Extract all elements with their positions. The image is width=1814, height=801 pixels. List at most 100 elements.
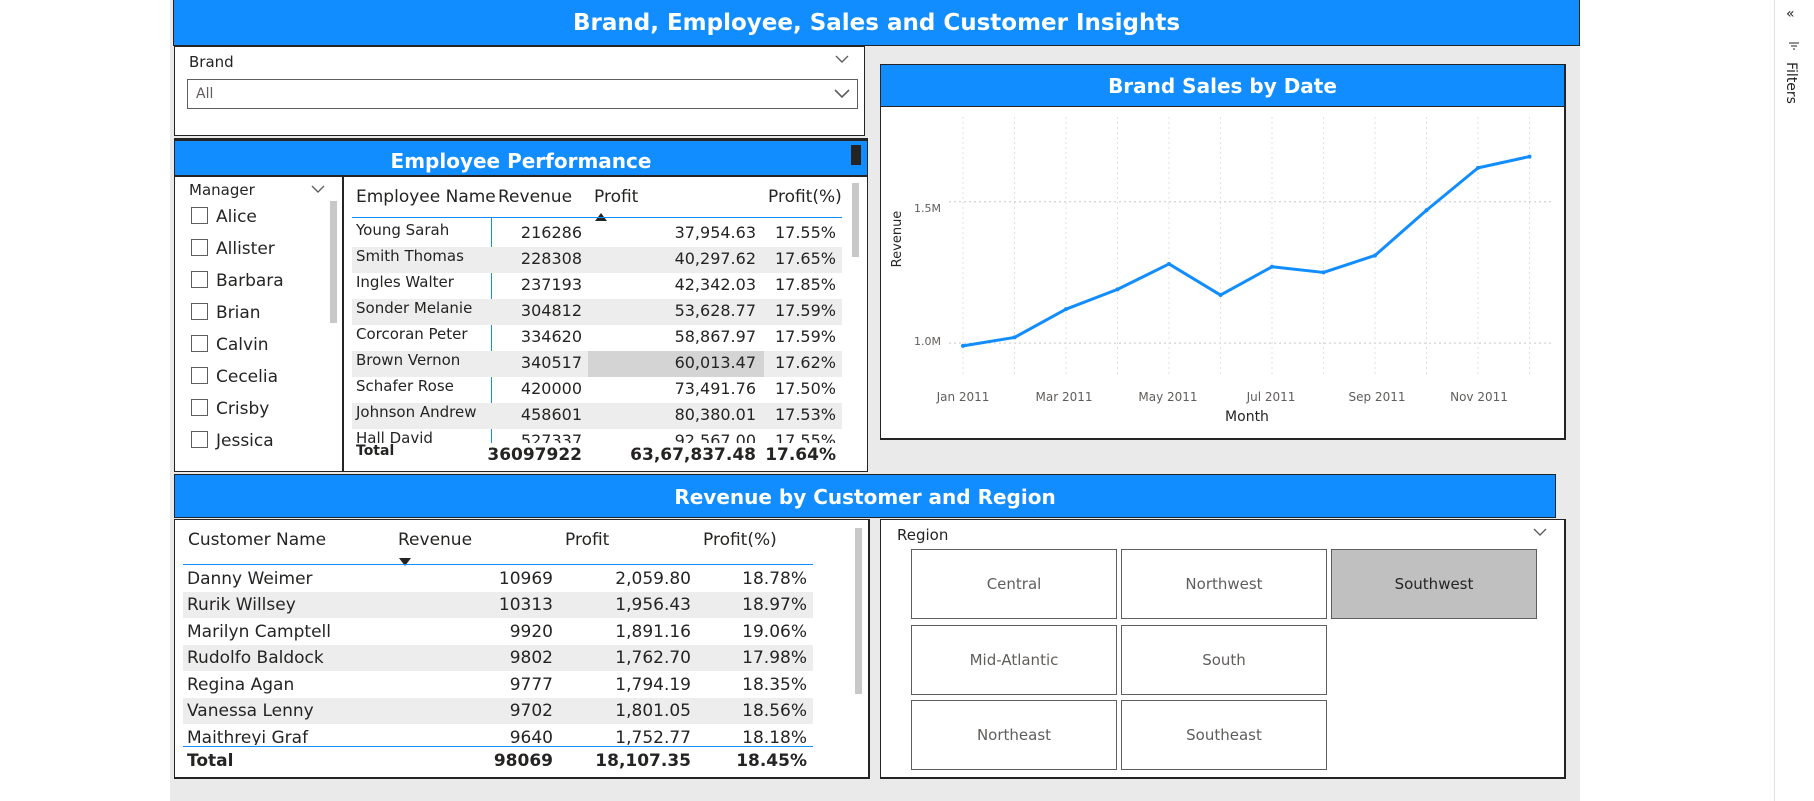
data-point[interactable] [1115,287,1120,292]
data-point[interactable] [961,343,965,348]
region-tile-southwest[interactable]: Southwest [1331,549,1537,619]
table-row[interactable]: Vanessa Lenny 9702 1,801.05 18.56% [183,698,813,724]
employee-performance-title: Employee Performance [174,138,868,176]
checkbox-icon[interactable] [191,367,208,384]
visual-header-handle[interactable] [851,145,861,165]
manager-slicer: Manager Alice Allister Barbara Brian Cal… [174,176,344,472]
cell-profit: 42,342.03 [674,275,756,294]
manager-option[interactable]: Allister [191,239,275,263]
table-row[interactable]: Rudolfo Baldock 9802 1,762.70 17.98% [183,645,813,671]
col-header-revenue[interactable]: Revenue [498,187,572,207]
table-row[interactable]: Corcoran Peter 334620 58,867.97 17.59% [352,325,842,351]
col-header-customer-name[interactable]: Customer Name [188,530,326,550]
checkbox-icon[interactable] [191,431,208,448]
cell-profit-pct: 17.98% [742,648,807,668]
table-row[interactable]: Danny Weimer 10969 2,059.80 18.78% [183,566,813,592]
chevron-down-icon[interactable] [310,181,326,200]
data-point[interactable] [1167,261,1171,266]
table-row[interactable]: Ingles Walter 237193 42,342.03 17.85% [352,273,842,299]
filter-icon[interactable] [1789,40,1799,53]
manager-option[interactable]: Alice [191,207,257,231]
total-profit-pct: 18.45% [736,751,807,771]
employee-table: Employee Name Revenue Profit Profit(%) Y… [344,176,868,472]
table-row[interactable]: Marilyn Camptell 9920 1,891.16 19.06% [183,619,813,645]
cell-profit: 1,801.05 [615,701,691,721]
table-total-row: Total 98069 18,107.35 18.45% [183,748,813,774]
table-row[interactable]: Smith Thomas 228308 40,297.62 17.65% [352,247,842,273]
region-tile-south[interactable]: South [1121,625,1327,695]
header-divider [352,217,842,218]
cell-revenue: 340517 [520,353,582,372]
col-header-employee-name[interactable]: Employee Name [356,187,496,207]
cell-revenue: 420000 [520,379,582,398]
checkbox-icon[interactable] [191,335,208,352]
cell-name: Schafer Rose [356,377,454,395]
region-tile-central[interactable]: Central [911,549,1117,619]
employee-table-scrollbar[interactable] [852,183,859,257]
cell-profit: 40,297.62 [674,249,756,268]
table-row[interactable]: Johnson Andrew 458601 80,380.01 17.53% [352,403,842,429]
manager-scrollbar[interactable] [330,201,337,323]
col-header-profit[interactable]: Profit [565,530,609,550]
checkbox-icon[interactable] [191,271,208,288]
brand-dropdown[interactable]: All [187,79,858,109]
cell-name: Corcoran Peter [356,325,468,343]
chevron-down-icon[interactable] [834,51,850,70]
checkbox-icon[interactable] [191,239,208,256]
cell-revenue: 10313 [498,595,553,615]
y-axis-label: Revenue [890,211,905,268]
manager-option[interactable]: Brian [191,303,261,327]
col-header-profit-pct[interactable]: Profit(%) [768,187,842,207]
filters-pane-label[interactable]: Filters [1783,62,1799,104]
x-tick-label: Jan 2011 [936,390,990,404]
table-row[interactable]: Sonder Melanie 304812 53,628.77 17.59% [352,299,842,325]
table-row[interactable]: Young Sarah 216286 37,954.63 17.55% [352,221,842,247]
data-point[interactable] [1424,208,1429,213]
manager-option[interactable]: Calvin [191,335,269,359]
region-tile-northwest[interactable]: Northwest [1121,549,1327,619]
region-tile-northeast[interactable]: Northeast [911,700,1117,770]
manager-option[interactable]: Cecelia [191,367,278,391]
table-row[interactable]: Schafer Rose 420000 73,491.76 17.50% [352,377,842,403]
checkbox-icon[interactable] [191,399,208,416]
table-row[interactable]: Brown Vernon 340517 60,013.47 17.62% [352,351,842,377]
data-point[interactable] [1270,264,1274,269]
checkbox-icon[interactable] [191,207,208,224]
manager-option[interactable]: Jessica [191,431,274,455]
expand-pane-icon[interactable]: « [1786,6,1795,22]
data-point[interactable] [1064,307,1068,312]
chevron-down-icon[interactable] [1532,524,1548,543]
manager-option-label: Crisby [216,399,270,419]
data-point[interactable] [1012,335,1017,340]
table-row[interactable]: Maithreyi Graf 9640 1,752.77 18.18% [183,725,813,745]
series-line-revenue[interactable] [962,155,1530,348]
manager-option-label: Allister [216,239,275,259]
cell-profit: 37,954.63 [674,223,756,242]
brand-slicer-label: Brand [189,53,234,71]
manager-option[interactable]: Barbara [191,271,284,295]
data-point[interactable] [1527,154,1532,159]
cell-revenue: 228308 [520,249,582,268]
customer-table-scrollbar[interactable] [855,528,862,694]
manager-option[interactable]: Crisby [191,399,269,423]
cell-name: Rudolfo Baldock [187,648,324,668]
cell-profit: 80,380.01 [674,405,756,424]
col-header-profit-pct[interactable]: Profit(%) [703,530,777,550]
col-header-revenue[interactable]: Revenue [398,530,472,550]
data-point[interactable] [1218,293,1223,298]
data-point[interactable] [1321,270,1326,275]
data-point[interactable] [1476,165,1480,170]
cell-profit-pct: 17.55% [774,223,836,242]
x-axis-label: Month [1225,409,1269,425]
total-profit: 18,107.35 [595,751,691,771]
region-tile-southeast[interactable]: Southeast [1121,700,1327,770]
data-point[interactable] [1373,253,1377,258]
table-row[interactable]: Regina Agan 9777 1,794.19 18.35% [183,672,813,698]
checkbox-icon[interactable] [191,303,208,320]
table-row[interactable]: Rurik Willsey 10313 1,956.43 18.97% [183,592,813,618]
y-tick-label: 1.0M [914,335,941,348]
col-header-profit[interactable]: Profit [594,187,638,207]
total-label: Total [356,443,395,459]
region-tile-mid-atlantic[interactable]: Mid-Atlantic [911,625,1117,695]
line-chart[interactable]: Revenue 1.5M 1.0M Jan 2011 Mar 2011 May … [881,107,1565,439]
